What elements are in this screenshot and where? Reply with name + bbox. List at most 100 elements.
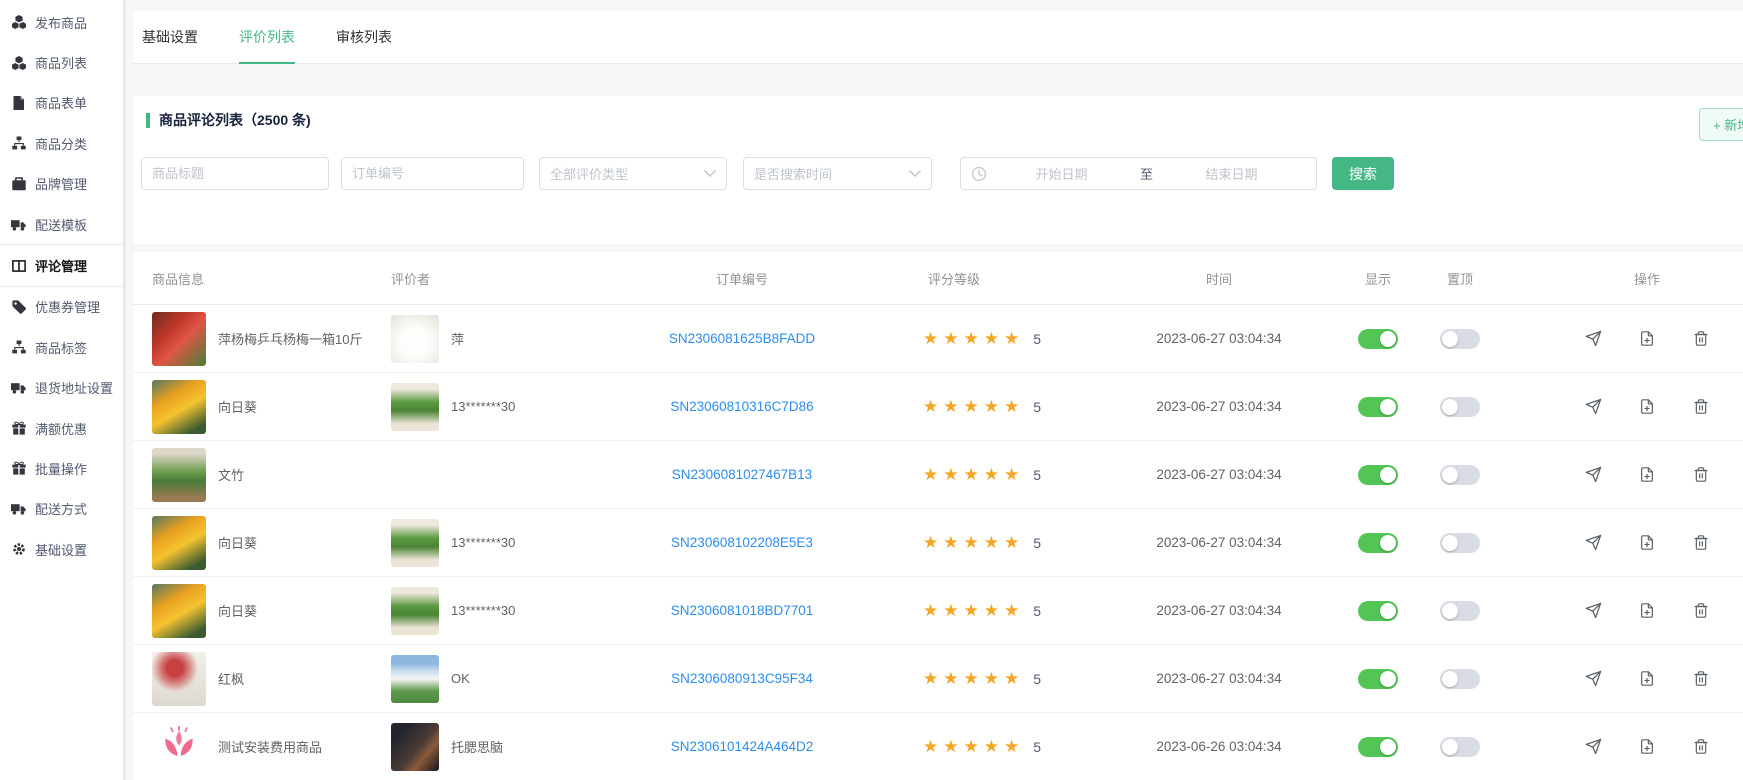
review-type-select[interactable]: 全部评价类型 bbox=[539, 157, 727, 190]
pin-toggle[interactable] bbox=[1440, 737, 1480, 757]
sidebar-item-delivery-template[interactable]: 配送模板 bbox=[0, 204, 123, 244]
delete-icon[interactable] bbox=[1691, 737, 1711, 757]
search-button[interactable]: 搜索 bbox=[1332, 157, 1394, 190]
show-toggle[interactable] bbox=[1358, 397, 1398, 417]
sidebar-item-basic-settings[interactable]: 基础设置 bbox=[0, 529, 123, 569]
show-toggle[interactable] bbox=[1358, 533, 1398, 553]
column-header: 评分等级 bbox=[928, 252, 980, 304]
send-icon[interactable] bbox=[1583, 397, 1603, 417]
sidebar-menu: 发布商品商品列表商品表单商品分类品牌管理配送模板评论管理优惠券管理商品标签退货地… bbox=[0, 0, 126, 780]
reviewer-cell: 萍 bbox=[391, 305, 596, 372]
sidebar-item-brand-management[interactable]: 品牌管理 bbox=[0, 164, 123, 204]
show-toggle[interactable] bbox=[1358, 669, 1398, 689]
sidebar-item-product-tag[interactable]: 商品标签 bbox=[0, 327, 123, 367]
delete-icon[interactable] bbox=[1691, 533, 1711, 553]
sidebar-item-product-form[interactable]: 商品表单 bbox=[0, 83, 123, 123]
pin-cell bbox=[1440, 509, 1480, 576]
gift-icon bbox=[11, 421, 26, 435]
pin-toggle[interactable] bbox=[1440, 669, 1480, 689]
send-icon[interactable] bbox=[1583, 601, 1603, 621]
star-rating: ★★★★★ bbox=[923, 398, 1024, 415]
file-add-icon[interactable] bbox=[1637, 465, 1657, 485]
sidebar-item-return-address-settings[interactable]: 退货地址设置 bbox=[0, 368, 123, 408]
send-icon[interactable] bbox=[1583, 737, 1603, 757]
delete-icon[interactable] bbox=[1691, 465, 1711, 485]
file-add-icon[interactable] bbox=[1637, 533, 1657, 553]
product-cell: 向日葵 bbox=[152, 373, 387, 440]
sidebar-item-label: 评论管理 bbox=[35, 256, 87, 275]
pin-toggle[interactable] bbox=[1440, 397, 1480, 417]
filter-panel: 商品评论列表（2500 条) + 新增 全部评价类型 是否搜索时间 开始日期 至… bbox=[133, 96, 1743, 244]
product-title-input[interactable] bbox=[141, 157, 329, 190]
sidebar-item-label: 退货地址设置 bbox=[35, 378, 113, 397]
column-header: 置顶 bbox=[1440, 252, 1480, 304]
show-toggle[interactable] bbox=[1358, 329, 1398, 349]
pin-cell bbox=[1440, 713, 1480, 780]
file-add-icon[interactable] bbox=[1637, 601, 1657, 621]
order-number-link[interactable]: SN2306080913C95F34 bbox=[671, 671, 813, 686]
rating-value: 5 bbox=[1033, 399, 1041, 415]
reviewer-avatar bbox=[391, 723, 439, 771]
send-icon[interactable] bbox=[1583, 533, 1603, 553]
pin-toggle[interactable] bbox=[1440, 329, 1480, 349]
send-icon[interactable] bbox=[1583, 329, 1603, 349]
order-number-link[interactable]: SN2306081027467B13 bbox=[672, 467, 812, 482]
review-time: 2023-06-27 03:04:34 bbox=[1119, 305, 1319, 372]
reviewer-cell bbox=[391, 441, 596, 508]
show-toggle[interactable] bbox=[1358, 737, 1398, 757]
sidebar-item-publish-product[interactable]: 发布商品 bbox=[0, 2, 123, 42]
order-number-input[interactable] bbox=[341, 157, 524, 190]
delete-icon[interactable] bbox=[1691, 329, 1711, 349]
order-number-link[interactable]: SN23060810316C7D86 bbox=[670, 399, 813, 414]
order-number-link[interactable]: SN2306101424A464D2 bbox=[671, 739, 814, 754]
pin-cell bbox=[1440, 305, 1480, 372]
add-button[interactable]: + 新增 bbox=[1699, 108, 1743, 141]
time-search-select[interactable]: 是否搜索时间 bbox=[743, 157, 932, 190]
order-number-link[interactable]: SN2306081625B8FADD bbox=[669, 331, 815, 346]
show-cell bbox=[1358, 577, 1398, 644]
title-accent-bar bbox=[146, 113, 150, 128]
file-add-icon[interactable] bbox=[1637, 737, 1657, 757]
columns-icon bbox=[11, 259, 26, 273]
show-toggle[interactable] bbox=[1358, 465, 1398, 485]
sidebar-item-label: 品牌管理 bbox=[35, 174, 87, 193]
send-icon[interactable] bbox=[1583, 669, 1603, 689]
file-add-icon[interactable] bbox=[1637, 329, 1657, 349]
tab-review-list[interactable]: 评价列表 bbox=[239, 11, 295, 63]
sidebar-item-delivery-method[interactable]: 配送方式 bbox=[0, 489, 123, 529]
rating-cell: ★★★★★ 5 bbox=[923, 577, 1041, 644]
actions-cell bbox=[1583, 509, 1711, 576]
file-add-icon[interactable] bbox=[1637, 669, 1657, 689]
pin-toggle[interactable] bbox=[1440, 601, 1480, 621]
chevron-down-icon bbox=[704, 170, 716, 178]
sidebar-item-coupon-management[interactable]: 优惠券管理 bbox=[0, 287, 123, 327]
column-header: 订单编号 bbox=[603, 252, 881, 304]
reviewer-name: 13*******30 bbox=[451, 399, 515, 414]
file-add-icon[interactable] bbox=[1637, 397, 1657, 417]
product-cell: 测试安装费用商品 bbox=[152, 713, 387, 780]
reviewer-name: 13*******30 bbox=[451, 603, 515, 618]
rating-cell: ★★★★★ 5 bbox=[923, 305, 1041, 372]
sidebar-item-batch-operation[interactable]: 批量操作 bbox=[0, 448, 123, 488]
product-image bbox=[152, 720, 206, 774]
delete-icon[interactable] bbox=[1691, 669, 1711, 689]
order-cell: SN23060810316C7D86 bbox=[603, 373, 881, 440]
tab-basic-settings[interactable]: 基础设置 bbox=[142, 11, 198, 63]
pin-toggle[interactable] bbox=[1440, 533, 1480, 553]
pin-cell bbox=[1440, 645, 1480, 712]
send-icon[interactable] bbox=[1583, 465, 1603, 485]
delete-icon[interactable] bbox=[1691, 601, 1711, 621]
tab-audit-list[interactable]: 审核列表 bbox=[336, 11, 392, 63]
sidebar-item-full-discount[interactable]: 满额优惠 bbox=[0, 408, 123, 448]
pin-toggle[interactable] bbox=[1440, 465, 1480, 485]
date-range-picker[interactable]: 开始日期 至 结束日期 bbox=[960, 157, 1317, 190]
sidebar-item-comment-management[interactable]: 评论管理 bbox=[0, 244, 123, 286]
show-cell bbox=[1358, 645, 1398, 712]
order-number-link[interactable]: SN230608102208E5E3 bbox=[671, 535, 813, 550]
star-rating: ★★★★★ bbox=[923, 330, 1024, 347]
show-toggle[interactable] bbox=[1358, 601, 1398, 621]
delete-icon[interactable] bbox=[1691, 397, 1711, 417]
sidebar-item-product-list[interactable]: 商品列表 bbox=[0, 42, 123, 82]
order-number-link[interactable]: SN2306081018BD7701 bbox=[671, 603, 814, 618]
sidebar-item-product-category[interactable]: 商品分类 bbox=[0, 123, 123, 163]
